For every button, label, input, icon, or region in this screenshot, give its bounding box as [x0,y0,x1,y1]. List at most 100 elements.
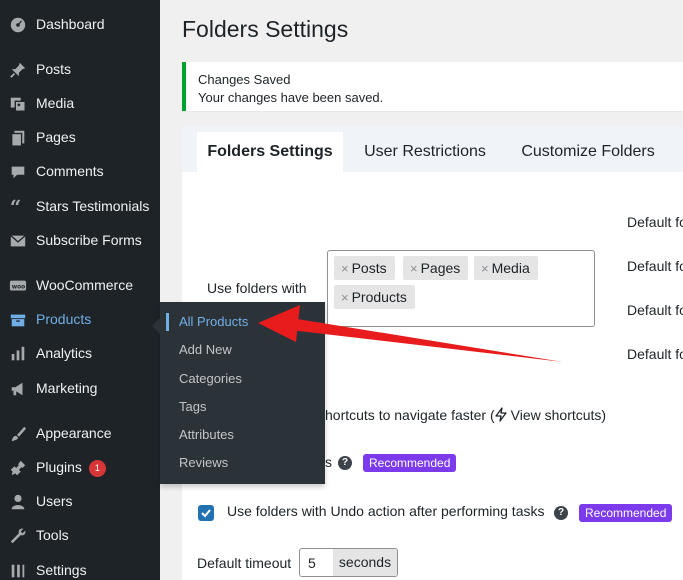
chip-pages[interactable]: × Pages [403,256,469,280]
chip-label: Pages [420,260,461,276]
admin-sidebar: Dashboard Posts Media Pages Comments “ S… [0,0,160,580]
success-notice: Changes Saved Your changes have been sav… [182,62,683,111]
remove-icon[interactable]: × [481,261,489,276]
sidebar-item-plugins[interactable]: Plugins 1 [0,451,160,483]
default-folder-label: Default fo [627,302,683,318]
submenu-add-new[interactable]: Add New [160,337,325,363]
chip-label: Media [491,260,530,276]
sidebar-item-marketing[interactable]: Marketing [0,372,160,404]
sidebar-item-label: Plugins 1 [36,459,106,477]
pin-icon [8,60,28,80]
shortcuts-text: hortcuts to navigate faster ( View shortc… [325,407,606,425]
chip-products[interactable]: × Products [334,285,415,309]
submenu-reviews[interactable]: Reviews [160,450,325,476]
help-icon[interactable]: ? [338,456,352,470]
bar-chart-icon [8,344,28,364]
sidebar-item-label: Appearance [36,425,112,441]
remove-icon[interactable]: × [341,290,349,305]
flyout-pointer [152,318,160,334]
checkmark-icon [201,509,211,518]
sidebar-item-woocommerce[interactable]: woo WooCommerce [0,269,160,301]
chip-posts[interactable]: × Posts [334,256,395,280]
timeout-unit: seconds [333,549,397,576]
sidebar-item-products[interactable]: Products [0,303,160,335]
chip-label: Posts [351,260,387,276]
sidebar-item-label: Products [36,311,92,327]
submenu-tags[interactable]: Tags [160,394,325,420]
tab-user-restrictions[interactable]: User Restrictions [349,132,501,172]
sidebar-item-label: Users [36,493,73,509]
sidebar-item-dashboard[interactable]: Dashboard [0,8,160,40]
sidebar-item-posts[interactable]: Posts [0,53,160,85]
user-icon [8,492,28,512]
sidebar-item-stars-testimonials[interactable]: “ Stars Testimonials [0,190,160,222]
sidebar-item-settings[interactable]: Settings [0,554,160,580]
default-folder-label: Default fo [627,346,683,362]
post-types-select[interactable]: × Posts × Pages × Media × Products [327,250,595,327]
notice-body: Your changes have been saved. [198,90,384,105]
svg-text:woo: woo [12,284,25,290]
svg-text:“: “ [10,198,21,216]
sidebar-item-comments[interactable]: Comments [0,155,160,187]
sidebar-item-label: Media [36,95,75,111]
sidebar-item-users[interactable]: Users [0,485,160,517]
dashboard-icon [8,15,28,35]
sidebar-item-label: WooCommerce [36,277,133,293]
submenu-all-products[interactable]: All Products [160,309,325,335]
sidebar-item-label: Settings [36,562,87,578]
undo-checkbox[interactable] [198,505,214,521]
default-folder-label: Default fo [627,258,683,274]
sidebar-item-subscribe-forms[interactable]: Subscribe Forms [0,224,160,256]
bolt-icon [494,407,507,425]
products-flyout-menu: All Products Add New Categories Tags Att… [152,302,325,484]
archive-icon [8,310,28,330]
timeout-field[interactable]: 5 seconds [299,548,398,577]
page-title: Folders Settings [182,16,349,42]
sidebar-item-analytics[interactable]: Analytics [0,337,160,369]
sidebar-item-label: Posts [36,61,72,77]
megaphone-icon [8,379,28,399]
sidebar-item-media[interactable]: Media [0,87,160,119]
recommended-badge: Recommended [579,504,673,522]
chip-media[interactable]: × Media [474,256,538,280]
sidebar-item-appearance[interactable]: Appearance [0,417,160,449]
envelope-icon [8,231,28,251]
media-icon [8,94,28,114]
sidebar-item-label: Marketing [36,380,98,396]
undo-label: Use folders with Undo action after perfo… [227,503,545,519]
wrench-icon [8,526,28,546]
quote-icon: “ [8,197,28,217]
tab-customize-folders[interactable]: Customize Folders [507,132,669,172]
tab-folders-settings[interactable]: Folders Settings [197,132,343,172]
remove-icon[interactable]: × [410,261,418,276]
sidebar-item-pages[interactable]: Pages [0,121,160,153]
plug-icon [8,458,28,478]
sidebar-item-tools[interactable]: Tools [0,519,160,551]
remove-icon[interactable]: × [341,261,349,276]
view-shortcuts-link[interactable]: View shortcuts) [511,407,606,423]
default-folder-label: Default fo [627,214,683,230]
sidebar-item-label: Subscribe Forms [36,232,142,248]
woo-icon: woo [8,276,28,296]
sidebar-item-label: Tools [36,527,69,543]
partial-label: s [325,454,332,470]
submenu-attributes[interactable]: Attributes [160,422,325,448]
settings-icon [8,561,28,580]
help-icon[interactable]: ? [554,506,568,520]
update-count-badge: 1 [88,460,106,477]
recommended-badge: Recommended [363,454,457,472]
plugins-label: Plugins [36,459,82,475]
comment-icon [8,162,28,182]
sidebar-item-label: Analytics [36,345,93,361]
sidebar-item-label: Pages [36,129,76,145]
brush-icon [8,424,28,444]
use-folders-label: Use folders with [207,280,307,296]
pages-icon [8,128,28,148]
notice-title: Changes Saved [198,72,291,87]
sidebar-item-label: Dashboard [36,16,105,32]
chip-label: Products [351,289,407,305]
timeout-value[interactable]: 5 [308,555,316,571]
sidebar-item-label: Comments [36,163,104,179]
submenu-categories[interactable]: Categories [160,366,325,392]
shortcuts-label: hortcuts to navigate faster ( [325,407,495,423]
